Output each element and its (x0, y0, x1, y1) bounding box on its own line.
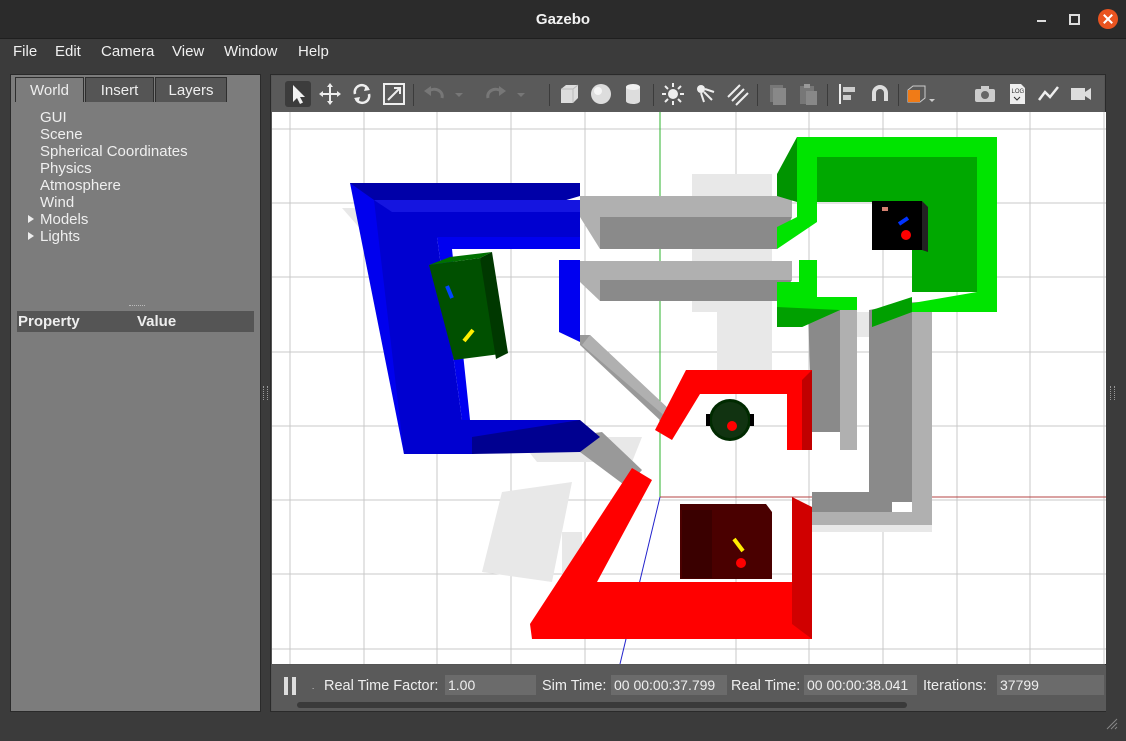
plot-icon[interactable] (1036, 81, 1062, 107)
screenshot-icon[interactable] (972, 81, 998, 107)
tab-insert[interactable]: Insert (85, 77, 154, 102)
panel-splitter[interactable] (129, 305, 145, 306)
select-icon[interactable] (285, 81, 311, 107)
undo-history-icon[interactable] (452, 81, 466, 107)
tree-item-lights[interactable]: Lights (28, 228, 81, 245)
redo-history-icon[interactable] (514, 81, 528, 107)
scene-panel: LOG . Real Time Factor: 1.00 Sim Time: 0… (270, 74, 1106, 712)
tree-item-models-label: Models (40, 211, 89, 228)
tab-world[interactable]: World (15, 77, 84, 102)
menu-help[interactable]: Help (298, 43, 329, 60)
tree-item-scene[interactable]: Scene (40, 126, 83, 143)
menu-bar: File Edit Camera View Window Help (0, 39, 1126, 66)
menu-view[interactable]: View (172, 43, 204, 60)
window-title: Gazebo (535, 11, 591, 28)
tree-item-wind[interactable]: Wind (40, 194, 74, 211)
cylinder-icon[interactable] (620, 81, 646, 107)
tree-item-lights-label: Lights (40, 228, 81, 245)
expand-arrow-icon[interactable] (28, 215, 34, 223)
real-time-field: 00 00:00:38.041 (804, 675, 917, 695)
paste-icon[interactable] (795, 81, 821, 107)
resize-grip-icon[interactable] (1104, 716, 1118, 730)
menu-window[interactable]: Window (224, 43, 277, 60)
minimize-icon[interactable] (1032, 9, 1052, 29)
undo-icon[interactable] (421, 81, 447, 107)
sim-time-label: Sim Time: (542, 678, 607, 694)
rotate-icon[interactable] (349, 81, 375, 107)
expand-arrow-icon[interactable] (28, 232, 34, 240)
property-table-header: Property Value (17, 311, 254, 332)
real-time-factor-label: Real Time Factor: (324, 678, 439, 694)
record-video-icon[interactable] (1068, 81, 1094, 107)
tree-item-atmosphere[interactable]: Atmosphere (40, 177, 121, 194)
view-angle-icon[interactable] (905, 81, 939, 107)
pause-icon[interactable] (282, 677, 298, 695)
point-light-icon[interactable] (660, 81, 686, 107)
scene-render[interactable] (272, 112, 1106, 664)
box-icon[interactable] (556, 81, 582, 107)
status-separator: . (312, 682, 315, 691)
tree-item-physics[interactable]: Physics (40, 160, 92, 177)
tree-item-gui[interactable]: GUI (40, 109, 67, 126)
title-bar: Gazebo (0, 0, 1126, 39)
real-time-label: Real Time: (731, 678, 801, 694)
sphere-icon[interactable] (588, 81, 614, 107)
menu-file[interactable]: File (13, 43, 37, 60)
scene-viewport[interactable] (272, 112, 1106, 664)
right-splitter-handle[interactable] (1110, 386, 1115, 400)
spot-light-icon[interactable] (692, 81, 718, 107)
snap-icon[interactable] (867, 81, 893, 107)
tab-layers[interactable]: Layers (155, 77, 227, 102)
tree-item-spherical-coordinates[interactable]: Spherical Coordinates (40, 143, 188, 160)
menu-edit[interactable]: Edit (55, 43, 81, 60)
svg-text:LOG: LOG (1012, 89, 1025, 95)
real-time-factor-field: 1.00 (445, 675, 536, 695)
directional-light-icon[interactable] (724, 81, 750, 107)
scene-toolbar: LOG (272, 76, 1104, 112)
left-panel: World Insert Layers GUI Scene Spherical … (10, 74, 261, 712)
status-bar: . Real Time Factor: 1.00 Sim Time: 00 00… (272, 665, 1106, 711)
horizontal-scrollbar[interactable] (297, 702, 907, 708)
property-column-header: Property (18, 313, 80, 330)
iterations-label: Iterations: (923, 678, 987, 694)
align-icon[interactable] (835, 81, 861, 107)
sim-time-field: 00 00:00:37.799 (611, 675, 727, 695)
log-icon[interactable]: LOG (1004, 81, 1030, 107)
menu-camera[interactable]: Camera (101, 43, 154, 60)
value-column-header: Value (137, 313, 177, 330)
maximize-icon[interactable] (1064, 9, 1084, 29)
left-splitter-handle[interactable] (263, 386, 268, 400)
scale-icon[interactable] (381, 81, 407, 107)
close-icon[interactable] (1098, 9, 1118, 29)
copy-icon[interactable] (764, 81, 790, 107)
translate-icon[interactable] (317, 81, 343, 107)
iterations-field: 37799 (997, 675, 1104, 695)
tree-item-models[interactable]: Models (28, 211, 89, 228)
redo-icon[interactable] (483, 81, 509, 107)
